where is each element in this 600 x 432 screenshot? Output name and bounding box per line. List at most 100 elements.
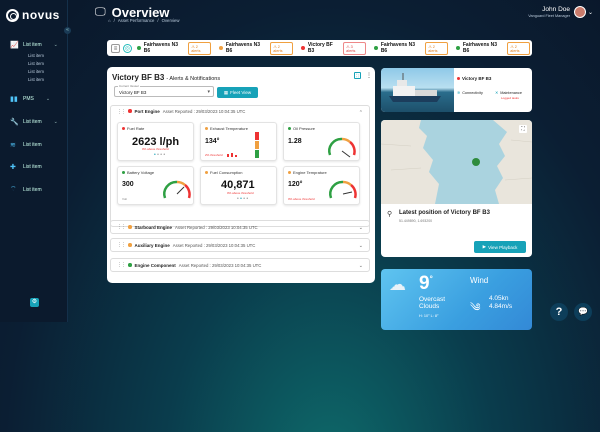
wifi-icon: ⌔ bbox=[10, 186, 17, 193]
pagination-dots[interactable]: • • • • bbox=[154, 152, 165, 158]
dial-gauge bbox=[163, 180, 191, 199]
section-starboard-engine[interactable]: ⋮⋮ Starboard Engine Asset Reported : 29/… bbox=[110, 220, 370, 234]
sidebar-item-3[interactable]: 🔧 List item ⌄ bbox=[10, 118, 58, 126]
sidebar-item-5[interactable]: ✚ List item bbox=[10, 163, 42, 171]
view-playback-button[interactable]: ▶ View Playback bbox=[474, 241, 526, 253]
sidebar-subitem[interactable]: List item bbox=[28, 53, 44, 58]
map-title: Latest position of Victory BF B3 bbox=[399, 210, 490, 216]
wrench-icon: 🔧 bbox=[10, 119, 19, 126]
grid-icon: ▦ bbox=[223, 89, 229, 95]
refresh-icon[interactable]: ◎ bbox=[122, 43, 132, 53]
temperature: 9° bbox=[419, 273, 433, 294]
gear-icon: ⚙ bbox=[31, 299, 38, 305]
mini-bar-chart bbox=[227, 153, 237, 157]
cloud-icon: ☁ bbox=[389, 275, 406, 294]
gauge-fuel-rate[interactable]: Fuel Rate 2623 l/ph 0% above threshold •… bbox=[117, 122, 194, 161]
wind-values: 4.05kn 4.84m/s bbox=[489, 295, 513, 310]
more-vertical-icon[interactable]: ⋮ bbox=[366, 72, 372, 79]
status-dot bbox=[300, 46, 305, 50]
fleet-bar: ≡ ◎ Fairhavens N3 B6 ⚠ 2 alerts Fairhavens… bbox=[107, 40, 532, 56]
gauge-engine-temperature[interactable]: Engine Temprature 120° 0% above threshol… bbox=[283, 166, 360, 205]
map-card: ⛶ ⚲ Latest position of Victory BF B3 51.… bbox=[381, 120, 532, 257]
gauge-fuel-consumption[interactable]: Fuel Consumption 40,871 0% above thresho… bbox=[200, 166, 277, 205]
wind-title: Wind bbox=[470, 276, 489, 285]
gauge-exhaust-temperature[interactable]: Exhaust Temperature 134° 2% threshold bbox=[200, 122, 277, 161]
home-icon[interactable]: ⌂ bbox=[108, 18, 111, 23]
signal-icon: ≋ bbox=[10, 142, 16, 149]
status-dot bbox=[457, 77, 460, 80]
status-dot bbox=[128, 109, 132, 113]
vessel-image bbox=[381, 68, 454, 112]
vessel-chip[interactable]: Victory BF B3 ⚠ 3 alerts bbox=[299, 41, 368, 55]
maintenance-status: ✕ Maintenance bbox=[495, 90, 522, 96]
chevron-down-icon[interactable]: ⌄ bbox=[359, 263, 363, 269]
chevron-down-icon: ⌄ bbox=[45, 96, 51, 102]
breadcrumb: ⌂ / Asset Performance / Overview bbox=[108, 18, 180, 23]
chevron-down-icon: ▾ bbox=[207, 89, 210, 95]
status-dot bbox=[128, 243, 132, 247]
wifi-icon: ≋ bbox=[457, 91, 461, 95]
gauge-oil-pressure[interactable]: Oil Pressure 1.28 bbox=[283, 122, 360, 161]
location-pin-icon: ⚲ bbox=[387, 211, 393, 218]
sidebar-subitem[interactable]: List item bbox=[28, 69, 44, 74]
vessel-name: Victory BF B3 bbox=[462, 76, 492, 81]
sidebar-item-4[interactable]: ≋ List item bbox=[10, 141, 42, 149]
drag-handle-icon: ⋮⋮ bbox=[117, 109, 126, 115]
logo: novus bbox=[6, 8, 60, 22]
status-dot bbox=[373, 46, 378, 50]
breadcrumb-overview: Overview bbox=[161, 18, 180, 23]
settings-button[interactable]: ⚙ bbox=[30, 298, 39, 307]
fullscreen-icon[interactable]: ⛶ bbox=[519, 125, 527, 133]
chart-line-icon: 📈 bbox=[10, 42, 19, 49]
status-dot bbox=[455, 46, 460, 50]
breadcrumb-asset-performance[interactable]: Asset Performance bbox=[118, 18, 155, 23]
fullscreen-icon[interactable]: ⛶ bbox=[354, 72, 361, 79]
vessel-chip[interactable]: Fairhavens N3 B6 ⚠ 2 alerts bbox=[454, 41, 532, 55]
sidebar-item-1[interactable]: 📈 List item ⌄ bbox=[10, 41, 58, 49]
sidebar-item-pms[interactable]: ▮▮ PMS ⌄ bbox=[10, 95, 50, 103]
section-auxiliary-engine[interactable]: ⋮⋮ Auxiliary Engine Asset Reported : 29/… bbox=[110, 238, 370, 252]
gauge-battery-voltage[interactable]: Battery Voltage 300 Volt bbox=[117, 166, 194, 205]
user-role: Vanguard Fleet Manager bbox=[528, 14, 570, 18]
alert-badge: ⚠ 3 alerts bbox=[343, 41, 366, 55]
chevron-down-icon: ⌄ bbox=[53, 42, 58, 48]
status-dot bbox=[128, 225, 132, 229]
filter-icon[interactable]: ≡ bbox=[111, 43, 120, 53]
vessel-chip[interactable]: Fairhavens N3 B6 ⚠ 2 alerts bbox=[217, 41, 295, 55]
vessel-select[interactable]: Current Vessel Victory BF B3 ▾ bbox=[114, 84, 214, 97]
user-info[interactable]: John Doe Vanguard Fleet Manager bbox=[528, 6, 570, 18]
monitor-icon: 🖵 bbox=[95, 6, 106, 18]
avatar[interactable] bbox=[574, 6, 586, 18]
wrench-icon: ✕ bbox=[495, 91, 499, 95]
chart-bar-icon: ▮▮ bbox=[10, 96, 18, 103]
alert-badge: ⚠ 2 alerts bbox=[425, 41, 448, 55]
status-dot bbox=[128, 263, 132, 267]
chat-bubble-icon: 💬 bbox=[578, 307, 588, 316]
alert-badge: ⚠ 2 alerts bbox=[270, 41, 293, 55]
collapse-sidebar-button[interactable]: « bbox=[64, 27, 71, 34]
sidebar-subitem[interactable]: List item bbox=[28, 61, 44, 66]
chevron-down-icon[interactable]: ⌄ bbox=[359, 225, 363, 231]
map-view[interactable]: ⛶ bbox=[381, 120, 532, 204]
vessel-chip[interactable]: Fairhavens N3 B6 ⚠ 2 alerts bbox=[135, 41, 213, 55]
section-engine-component[interactable]: ⋮⋮ Engine Component Asset Reported : 29/… bbox=[110, 258, 370, 272]
pagination-dots[interactable]: • • • • bbox=[237, 196, 248, 202]
chevron-down-icon[interactable]: ⌄ bbox=[588, 9, 593, 16]
help-button[interactable]: ? bbox=[550, 303, 568, 321]
fleet-view-button[interactable]: ▦ Fleet View bbox=[217, 87, 258, 98]
status-dot bbox=[218, 46, 223, 50]
user-name: John Doe bbox=[542, 6, 570, 13]
chevron-up-icon[interactable]: ⌃ bbox=[359, 110, 363, 116]
plus-cross-icon: ✚ bbox=[10, 164, 16, 171]
vessel-card[interactable]: Victory BF B3 ≋ Connectivity ✕ Maintenance… bbox=[381, 68, 532, 112]
vessel-chip[interactable]: Fairhavens N3 B6 ⚠ 2 alerts bbox=[372, 41, 450, 55]
chevron-down-icon[interactable]: ⌄ bbox=[359, 243, 363, 249]
chat-button[interactable]: 💬 bbox=[574, 303, 592, 321]
weather-hilo: H: 10° L: 8° bbox=[419, 314, 439, 318]
novus-logo-icon bbox=[6, 8, 19, 22]
weather-description: Overcast Clouds bbox=[419, 296, 446, 311]
sidebar-subitem[interactable]: List item bbox=[28, 77, 44, 82]
sidebar-item-6[interactable]: ⌔ List item bbox=[10, 185, 42, 194]
play-icon: ▶ bbox=[482, 244, 487, 249]
alert-badge: ⚠ 2 alerts bbox=[188, 41, 211, 55]
